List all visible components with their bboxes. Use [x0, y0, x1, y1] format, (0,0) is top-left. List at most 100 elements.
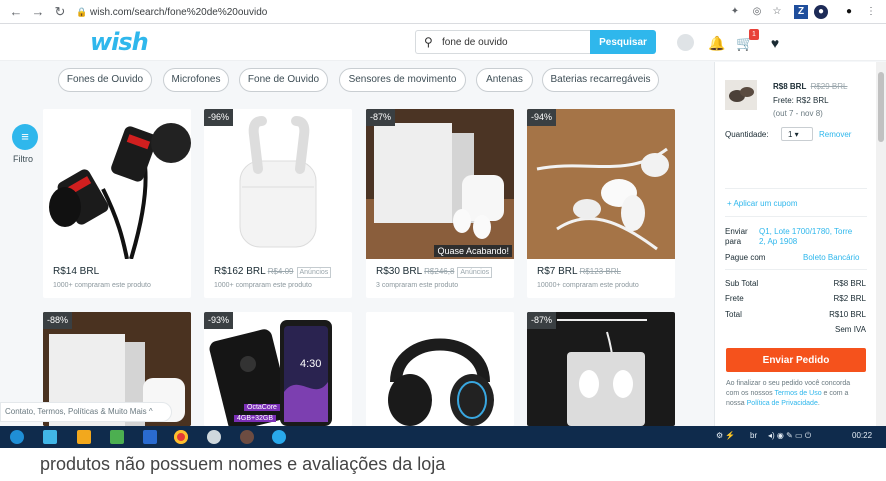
place-order-button[interactable]: Enviar Pedido: [726, 348, 866, 372]
forward-icon[interactable]: →: [30, 4, 46, 20]
scrollbar-thumb[interactable]: [878, 72, 884, 142]
product-card[interactable]: -87% Quase Acabando! R$30 BRL R$246,8 Anún…: [366, 109, 514, 298]
translate-icon[interactable]: ◎: [750, 5, 764, 19]
bought-count: 3 compraram este produto: [376, 282, 459, 289]
chip-microfones[interactable]: Microfones: [163, 68, 229, 92]
product-image-headphones: [366, 312, 514, 426]
quantity-label: Quantidade:: [725, 130, 769, 139]
filter-icon[interactable]: ≡: [12, 124, 38, 150]
url-text: wish.com/search/fone%20de%20ouvido: [90, 7, 268, 18]
spec-badge-memory: 4GB+32GB: [234, 415, 276, 422]
search-button[interactable]: Pesquisar: [590, 30, 656, 54]
discount-badge: -93%: [204, 312, 234, 329]
product-price: R$30 BRL R$246,8 Anúncios: [376, 266, 493, 278]
terms-line-1: Ao finalizar o seu pedido você concorda: [726, 380, 851, 387]
site-header: wish ⚲ Pesquisar 🔔 🛒 1 ♥: [0, 24, 886, 61]
taskbar-app-icon[interactable]: [240, 430, 254, 444]
terms-of-use-link[interactable]: Termos de Uso: [775, 390, 822, 397]
product-price: R$14 BRL: [53, 266, 100, 277]
cart-item-price: R$8 BRL R$29 BRL: [773, 82, 848, 91]
payment-method[interactable]: Boleto Bancário: [803, 253, 859, 262]
quantity-select[interactable]: 1 ▾: [781, 127, 813, 141]
ship-address-2[interactable]: 2, Ap 1908: [759, 237, 797, 246]
product-image-airpods-box: -87% Quase Acabando!: [366, 109, 514, 259]
tray-icons[interactable]: ⚙ ⚡: [716, 431, 735, 440]
chip-sensores[interactable]: Sensores de movimento: [339, 68, 466, 92]
product-card[interactable]: 4:30 OctaCore 4GB+32GB -93%: [204, 312, 352, 426]
filter-label: Filtro: [13, 154, 33, 164]
product-image-earphones-box: -87%: [527, 312, 675, 426]
almost-gone-tag: Quase Acabando!: [434, 245, 512, 257]
search-input[interactable]: [442, 34, 587, 50]
bought-count: 1000+ compraram este produto: [214, 282, 312, 289]
divider: [725, 216, 867, 217]
privacy-policy-link[interactable]: Política de Privacidade: [747, 400, 818, 407]
chip-fone-de-ouvido[interactable]: Fone de Ouvido: [239, 68, 328, 92]
address-bar[interactable]: 🔒 wish.com/search/fone%20de%20ouvido: [76, 2, 716, 22]
chrome-icon[interactable]: [174, 430, 188, 444]
tray-status-icons[interactable]: ◂) ◉ ✎ ▭ ⏻: [768, 431, 811, 441]
clock: 00:22: [852, 431, 873, 440]
ship-to-label-2: para: [725, 237, 742, 246]
cart-sidebar: R$8 BRL R$29 BRL Frete: R$2 BRL (out 7 -…: [714, 62, 876, 448]
cart-count-badge: 1: [749, 29, 759, 40]
browser-toolbar: ← → ↻ 🔒 wish.com/search/fone%20de%20ouvid…: [0, 0, 886, 24]
discount-badge: -87%: [366, 109, 396, 126]
settings-icon[interactable]: [207, 430, 221, 444]
discount-badge: -94%: [527, 109, 557, 126]
z-extension-icon[interactable]: Z: [794, 5, 808, 19]
product-price: R$7 BRL R$123 BRL: [537, 266, 621, 277]
folder-icon[interactable]: [77, 430, 91, 444]
start-icon[interactable]: [10, 430, 24, 444]
product-image-airpods: -96%: [204, 109, 352, 259]
cart-item-thumbnail: [725, 80, 757, 110]
ship-address[interactable]: Q1, Lote 1700/1780, Torre: [759, 227, 852, 236]
reload-icon[interactable]: ↻: [52, 4, 68, 20]
apply-coupon-link[interactable]: + Aplicar um cupom: [727, 199, 797, 208]
cart-item-shipping: Frete: R$2 BRL: [773, 96, 829, 105]
footer-links[interactable]: Contato, Termos, Políticas & Muito Mais …: [0, 402, 172, 422]
taskbar-app-icon[interactable]: [43, 430, 57, 444]
cart-item-delivery: (out 7 - nov 8): [773, 109, 823, 118]
product-card[interactable]: [366, 312, 514, 426]
avatar[interactable]: [677, 34, 694, 51]
chip-baterias[interactable]: Baterias recarregáveis: [542, 68, 659, 92]
product-image-phone: 4:30 OctaCore 4GB+32GB -93%: [204, 312, 352, 426]
product-card[interactable]: -94% R$7 BRL R$123 BRL 10000+ compraram e…: [527, 109, 675, 298]
product-card[interactable]: R$14 BRL 1000+ compraram este produto: [43, 109, 191, 298]
ship-to-label: Enviar: [725, 227, 748, 236]
frete-label: Frete: [725, 294, 744, 303]
discount-badge: -96%: [204, 109, 234, 126]
taskbar-app-icon[interactable]: [110, 430, 124, 444]
product-price: R$162 BRL R$4.09 Anúncios: [214, 266, 332, 278]
ads-tag: Anúncios: [457, 267, 493, 278]
star-icon[interactable]: ☆: [770, 5, 784, 19]
product-card[interactable]: -96% R$162 BRL R$4.09 Anúncios 1000+ compr…: [204, 109, 352, 298]
menu-dots-icon[interactable]: ⋮: [864, 5, 878, 19]
wish-logo[interactable]: wish: [90, 28, 149, 56]
page-scrollbar[interactable]: [876, 62, 886, 426]
chip-antenas[interactable]: Antenas: [476, 68, 533, 92]
tax-note: Sem IVA: [835, 325, 866, 334]
terms-line-3: nossa Política de Privacidade.: [726, 400, 820, 407]
heart-icon[interactable]: ♥: [766, 34, 784, 52]
caption-text: produtos não possuem nomes e avaliações …: [40, 454, 446, 474]
back-icon[interactable]: ←: [8, 4, 24, 20]
phone-time: 4:30: [300, 358, 322, 370]
chip-fones-de-ouvido[interactable]: Fones de Ouvido: [58, 68, 152, 92]
remove-link[interactable]: Remover: [819, 130, 851, 139]
terms-line-2: com os nossos Termos de Uso e com a: [726, 390, 849, 397]
product-card[interactable]: -87%: [527, 312, 675, 426]
profile-icon[interactable]: ●: [842, 5, 856, 19]
spec-badge-cpu: OctaCore: [244, 404, 280, 411]
language-indicator[interactable]: br: [750, 431, 757, 440]
taskbar-app-icon[interactable]: [143, 430, 157, 444]
telegram-icon[interactable]: [272, 430, 286, 444]
frete-value: R$2 BRL: [833, 294, 866, 303]
taskbar: ⚙ ⚡ br ◂) ◉ ✎ ▭ ⏻ 00:22: [0, 426, 886, 448]
bell-icon[interactable]: 🔔: [708, 34, 726, 52]
extension-icon[interactable]: ✦: [728, 5, 742, 19]
subtotal-value: R$8 BRL: [833, 279, 866, 288]
moon-extension-icon[interactable]: ●: [814, 5, 828, 19]
divider: [725, 188, 867, 189]
